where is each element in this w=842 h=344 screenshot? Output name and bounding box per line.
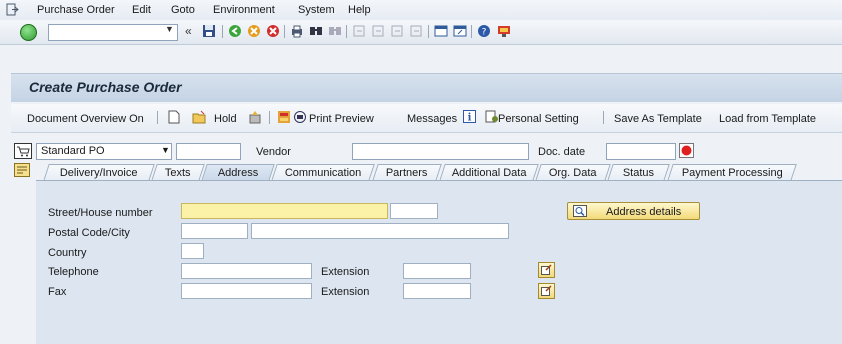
ok-icon[interactable]	[20, 24, 37, 41]
vendor-label: Vendor	[256, 146, 291, 158]
menu-purchase-order[interactable]: Purchase Order	[37, 4, 115, 16]
svg-text:i: i	[468, 113, 472, 124]
prev-page-icon[interactable]	[371, 24, 385, 38]
print-preview-button[interactable]: Print Preview	[309, 113, 374, 125]
address-details-button[interactable]: Address details	[567, 202, 700, 220]
tab-address[interactable]: Address	[201, 164, 275, 181]
collapse-icon[interactable]: «	[185, 24, 192, 38]
help-icon[interactable]: ?	[477, 24, 491, 38]
info-icon[interactable]: i	[463, 110, 476, 123]
save-icon[interactable]	[202, 24, 216, 38]
menu-exit-icon[interactable]	[6, 3, 19, 16]
last-page-icon[interactable]	[409, 24, 423, 38]
fax-input[interactable]	[181, 283, 312, 299]
menu-environment[interactable]: Environment	[213, 4, 275, 16]
chevron-down-icon[interactable]: ▼	[161, 145, 170, 155]
toolbar-separator	[346, 25, 347, 38]
edit-icon	[541, 285, 552, 296]
fax-extension-label: Extension	[321, 286, 370, 298]
print-preview-icon[interactable]	[293, 110, 307, 124]
document-type-value: Standard PO	[41, 145, 105, 157]
fax-extension-input[interactable]	[403, 283, 471, 299]
toolbar-separator	[269, 111, 270, 124]
postal-code-input[interactable]	[181, 223, 248, 239]
fax-label: Fax	[48, 286, 67, 298]
load-from-template-button[interactable]: Load from Template	[719, 113, 816, 125]
svg-text:?: ?	[482, 28, 487, 38]
messages-button[interactable]: Messages	[407, 113, 457, 125]
hold-button[interactable]: Hold	[214, 113, 237, 125]
telephone-extension-label: Extension	[321, 266, 370, 278]
cancel-icon[interactable]	[266, 24, 280, 38]
menu-system[interactable]: System	[298, 4, 335, 16]
print-icon[interactable]	[290, 24, 304, 38]
country-input[interactable]	[181, 243, 204, 259]
tab-org-data[interactable]: Org. Data	[535, 164, 611, 181]
details-icon	[573, 205, 587, 217]
toolbar-separator	[471, 25, 472, 38]
new-session-icon[interactable]	[434, 24, 448, 38]
menu-bar: Purchase Order Edit Goto Environment Sys…	[0, 0, 842, 21]
open-document-icon[interactable]	[192, 110, 206, 124]
address-details-label: Address details	[606, 206, 682, 218]
toolbar-separator	[284, 25, 285, 38]
doc-date-input[interactable]	[606, 143, 676, 160]
tab-status[interactable]: Status	[607, 164, 670, 181]
back-icon[interactable]	[228, 24, 242, 38]
document-overview-button[interactable]: Document Overview On	[27, 113, 144, 125]
toolbar-separator	[428, 25, 429, 38]
chevron-down-icon[interactable]: ▼	[165, 24, 174, 34]
shortcut-icon[interactable]	[453, 24, 467, 38]
telephone-more-button[interactable]	[538, 262, 555, 278]
telephone-extension-input[interactable]	[403, 263, 471, 279]
page-title: Create Purchase Order	[29, 79, 182, 95]
find-next-icon[interactable]	[328, 24, 342, 38]
next-page-icon[interactable]	[390, 24, 404, 38]
city-input[interactable]	[251, 223, 509, 239]
telephone-input[interactable]	[181, 263, 312, 279]
tab-additional-data[interactable]: Additional Data	[439, 164, 539, 181]
find-icon[interactable]	[309, 24, 323, 38]
tab-partners[interactable]: Partners	[372, 164, 442, 181]
check-icon[interactable]	[248, 110, 262, 124]
vendor-input[interactable]	[352, 143, 529, 160]
customize-icon[interactable]	[497, 24, 511, 38]
menu-help[interactable]: Help	[348, 4, 371, 16]
new-document-icon[interactable]	[168, 110, 180, 124]
edit-icon	[541, 264, 552, 275]
tab-communication[interactable]: Communication	[271, 164, 375, 181]
doc-date-label: Doc. date	[538, 146, 586, 158]
toolbar-separator	[157, 111, 158, 124]
first-page-icon[interactable]	[352, 24, 366, 38]
street-label: Street/House number	[48, 207, 153, 219]
cart-icon[interactable]	[14, 143, 32, 159]
country-label: Country	[48, 247, 87, 259]
save-as-template-button[interactable]: Save As Template	[614, 113, 702, 125]
personal-setting-button[interactable]: Personal Setting	[498, 113, 579, 125]
street-input[interactable]	[181, 203, 388, 219]
header-toggle-icon[interactable]	[14, 163, 30, 177]
personal-setting-icon[interactable]	[485, 110, 499, 124]
exit-icon[interactable]	[247, 24, 261, 38]
toolbar-separator	[603, 111, 604, 124]
command-field[interactable]	[48, 24, 178, 41]
house-number-input[interactable]	[390, 203, 438, 219]
telephone-label: Telephone	[48, 266, 99, 278]
tab-texts[interactable]: Texts	[151, 164, 205, 181]
document-type-select[interactable]: Standard PO ▼	[36, 143, 172, 160]
menu-edit[interactable]: Edit	[132, 4, 151, 16]
tab-delivery-invoice[interactable]: Delivery/Invoice	[43, 164, 155, 181]
menu-goto[interactable]: Goto	[171, 4, 195, 16]
fax-more-button[interactable]	[538, 283, 555, 299]
display-document-icon[interactable]	[277, 110, 291, 124]
document-number-input[interactable]	[176, 143, 241, 160]
toolbar-separator	[222, 25, 223, 38]
tab-payment-processing[interactable]: Payment Processing	[667, 164, 797, 181]
status-red-icon[interactable]	[679, 143, 694, 158]
address-tab-panel	[36, 180, 842, 344]
postal-city-label: Postal Code/City	[48, 227, 130, 239]
